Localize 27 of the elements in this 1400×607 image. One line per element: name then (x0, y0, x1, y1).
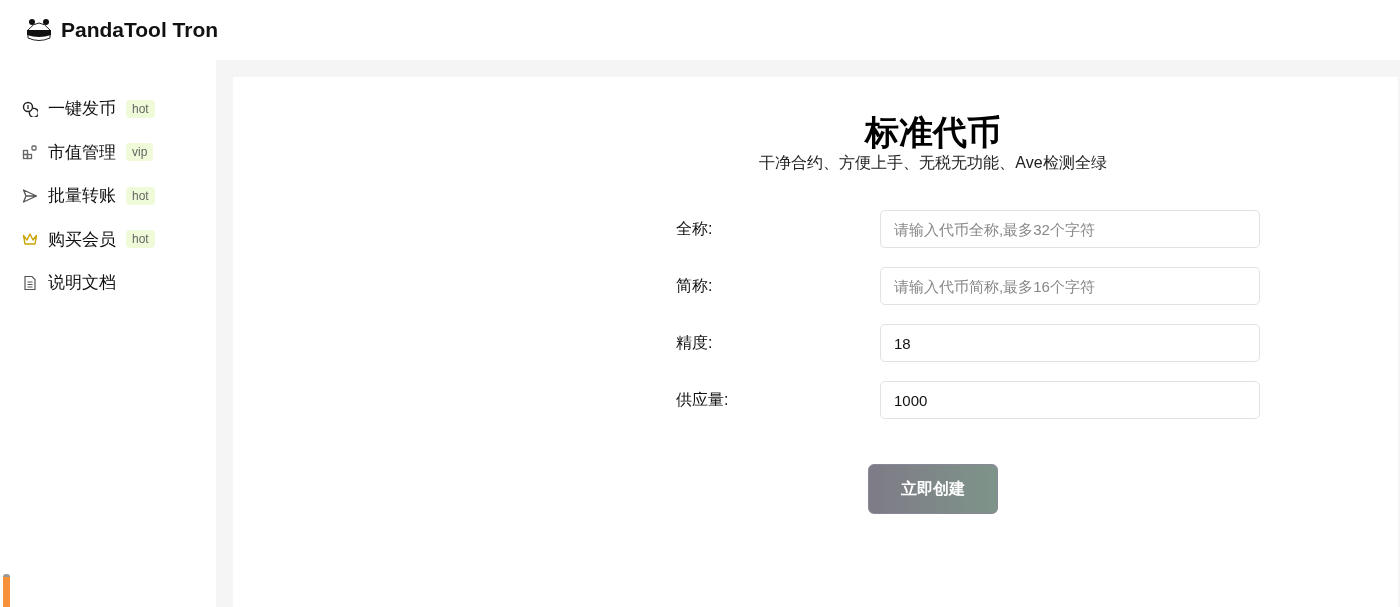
crown-icon (22, 231, 38, 248)
sidebar-item[interactable]: 一键发币 hot (0, 87, 216, 131)
badge: vip (126, 143, 154, 162)
field-label: 简称: (676, 275, 713, 296)
page-title: 标准代币 (863, 113, 1002, 151)
field-label: 精度: (676, 332, 713, 353)
create-button[interactable]: 立即创建 (868, 464, 998, 514)
sidebar-item[interactable]: 购买会员 hot (0, 217, 216, 261)
panda-logo-icon (25, 18, 53, 42)
sidebar-item[interactable]: 批量转账 hot (0, 174, 216, 218)
input-field[interactable]: 1000 (880, 381, 1260, 419)
badge: hot (126, 186, 155, 205)
badge: hot (126, 230, 155, 249)
send-icon (22, 187, 38, 204)
field-label: 供应量: (676, 389, 729, 410)
grid-icon (22, 144, 38, 161)
input-field[interactable]: 请输入代币全称,最多32个字符 (880, 210, 1260, 248)
badge: hot (126, 99, 155, 118)
document-icon (22, 274, 38, 291)
app-title: PandaTool Tron (61, 18, 219, 42)
field-label: 全称: (676, 218, 713, 239)
sidebar-item[interactable]: 市值管理 vip (0, 130, 216, 174)
input-field[interactable]: 请输入代币简称,最多16个字符 (880, 267, 1260, 305)
sidebar-item[interactable]: 说明文档 (0, 261, 216, 305)
page-subtitle: 干净合约、方便上手、无税无功能、Ave检测全绿 (758, 153, 1108, 173)
coins-icon (22, 100, 38, 117)
input-field[interactable]: 18 (880, 324, 1260, 362)
